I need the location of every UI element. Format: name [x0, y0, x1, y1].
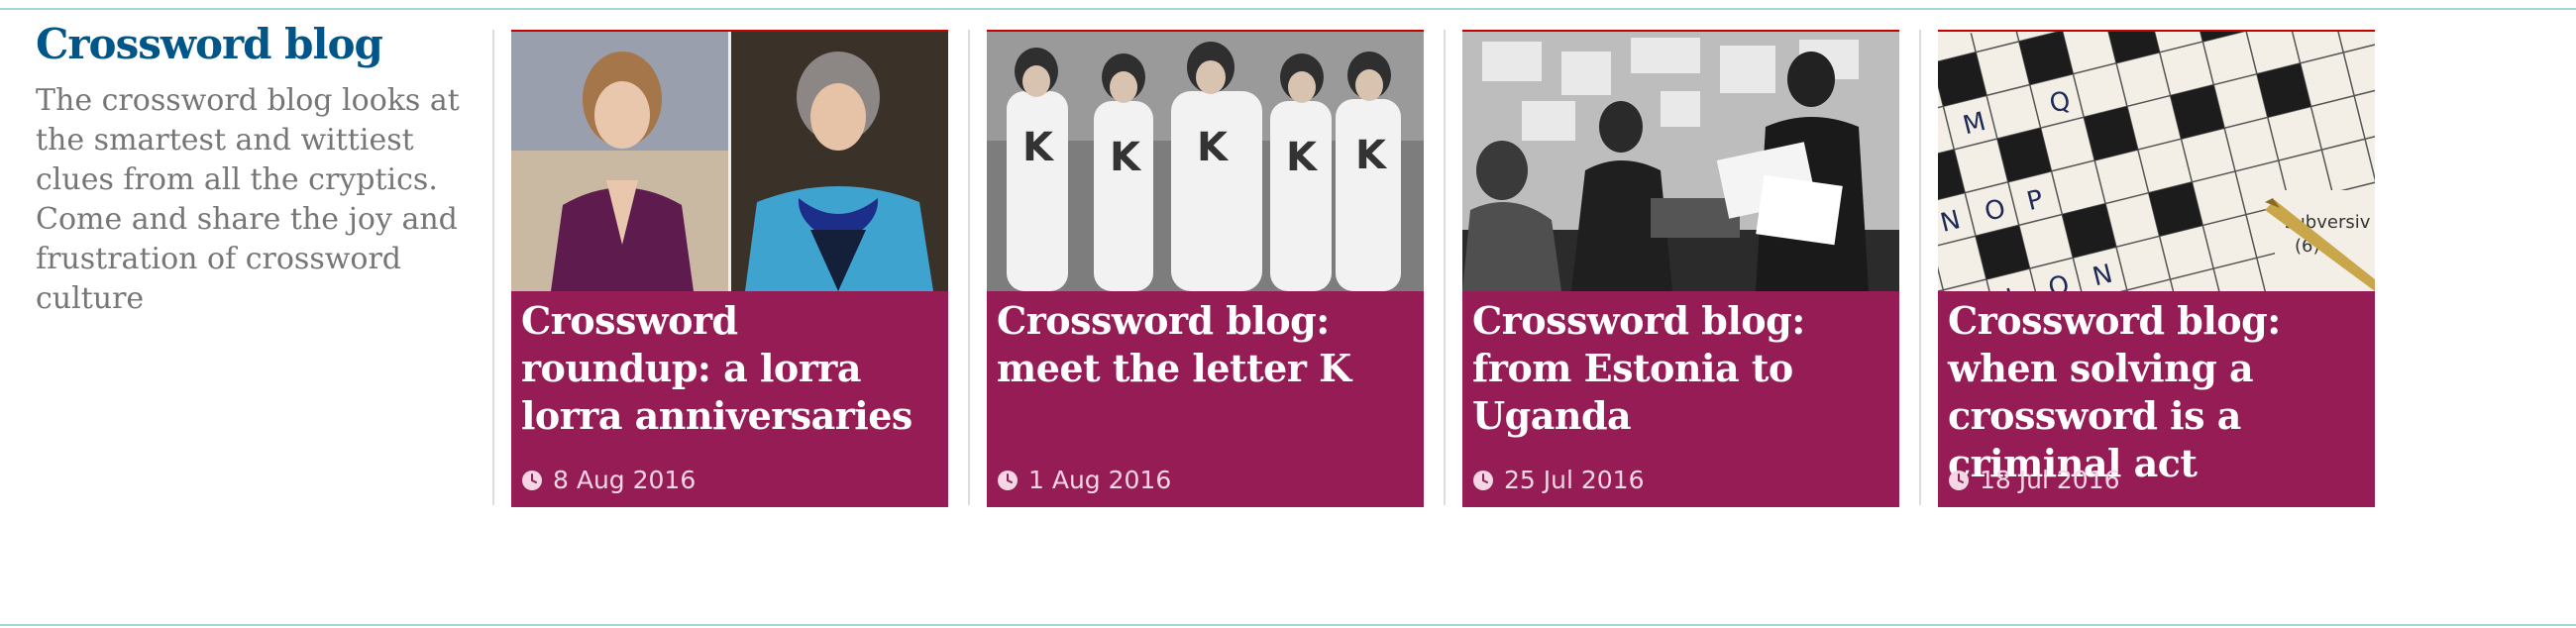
card-date: 25 Jul 2016: [1504, 466, 1645, 494]
card-headline[interactable]: Crossword blog: from Estonia to Uganda: [1472, 297, 1888, 440]
card-image: K K K K K: [987, 30, 1424, 291]
top-rule: [0, 8, 2576, 10]
card-date: 1 Aug 2016: [1028, 466, 1172, 494]
story-card-2[interactable]: K K K K K Crossword blog: meet the lette…: [987, 30, 1424, 507]
clock-icon: [1473, 471, 1493, 490]
card-divider: [1444, 30, 1446, 505]
card-date: 8 Aug 2016: [553, 466, 697, 494]
card-headline[interactable]: Crossword blog: meet the letter K: [997, 297, 1413, 392]
svg-text:K: K: [1286, 135, 1319, 180]
container-description: The crossword blog looks at the smartest…: [36, 83, 460, 316]
svg-text:K: K: [1110, 135, 1142, 180]
card-headline[interactable]: Crossword roundup: a lorra lorra anniver…: [521, 297, 937, 440]
card-divider: [968, 30, 970, 505]
story-card-3[interactable]: Crossword blog: from Estonia to Uganda 2…: [1462, 30, 1899, 507]
card-headline[interactable]: Crossword blog: when solving a crossword…: [1948, 297, 2364, 487]
card-image: L M Q N O P E L O N subversiv (6): [1938, 30, 2375, 291]
card-meta: 8 Aug 2016: [521, 466, 696, 495]
photo-people-in-office-icon: [1462, 32, 1899, 291]
container-intro: Crossword blog The crossword blog looks …: [36, 18, 482, 319]
clock-icon: [998, 471, 1018, 490]
svg-text:K: K: [1022, 125, 1055, 170]
card-meta: 1 Aug 2016: [997, 466, 1171, 495]
svg-text:K: K: [1197, 125, 1230, 170]
card-image: [511, 30, 948, 291]
bottom-rule: [0, 624, 2576, 626]
card-divider: [1919, 30, 1921, 505]
story-card-4[interactable]: L M Q N O P E L O N subversiv (6) Crossw…: [1938, 30, 2375, 507]
card-image: [1462, 30, 1899, 291]
photo-two-politicians-icon: [511, 32, 948, 291]
card-divider: [492, 30, 494, 505]
container-title[interactable]: Crossword blog: [36, 18, 482, 71]
clock-icon: [1949, 471, 1969, 490]
card-date: 18 Jul 2016: [1980, 466, 2120, 494]
card-meta: 18 Jul 2016: [1948, 466, 2120, 495]
story-card-1[interactable]: Crossword roundup: a lorra lorra anniver…: [511, 30, 948, 507]
clock-icon: [522, 471, 542, 490]
svg-text:K: K: [1355, 133, 1388, 178]
photo-band-in-k-shirts-icon: K K K K K: [987, 32, 1424, 291]
photo-crossword-grid-with-pen-icon: L M Q N O P E L O N subversiv (6): [1938, 32, 2375, 291]
card-meta: 25 Jul 2016: [1472, 466, 1645, 495]
